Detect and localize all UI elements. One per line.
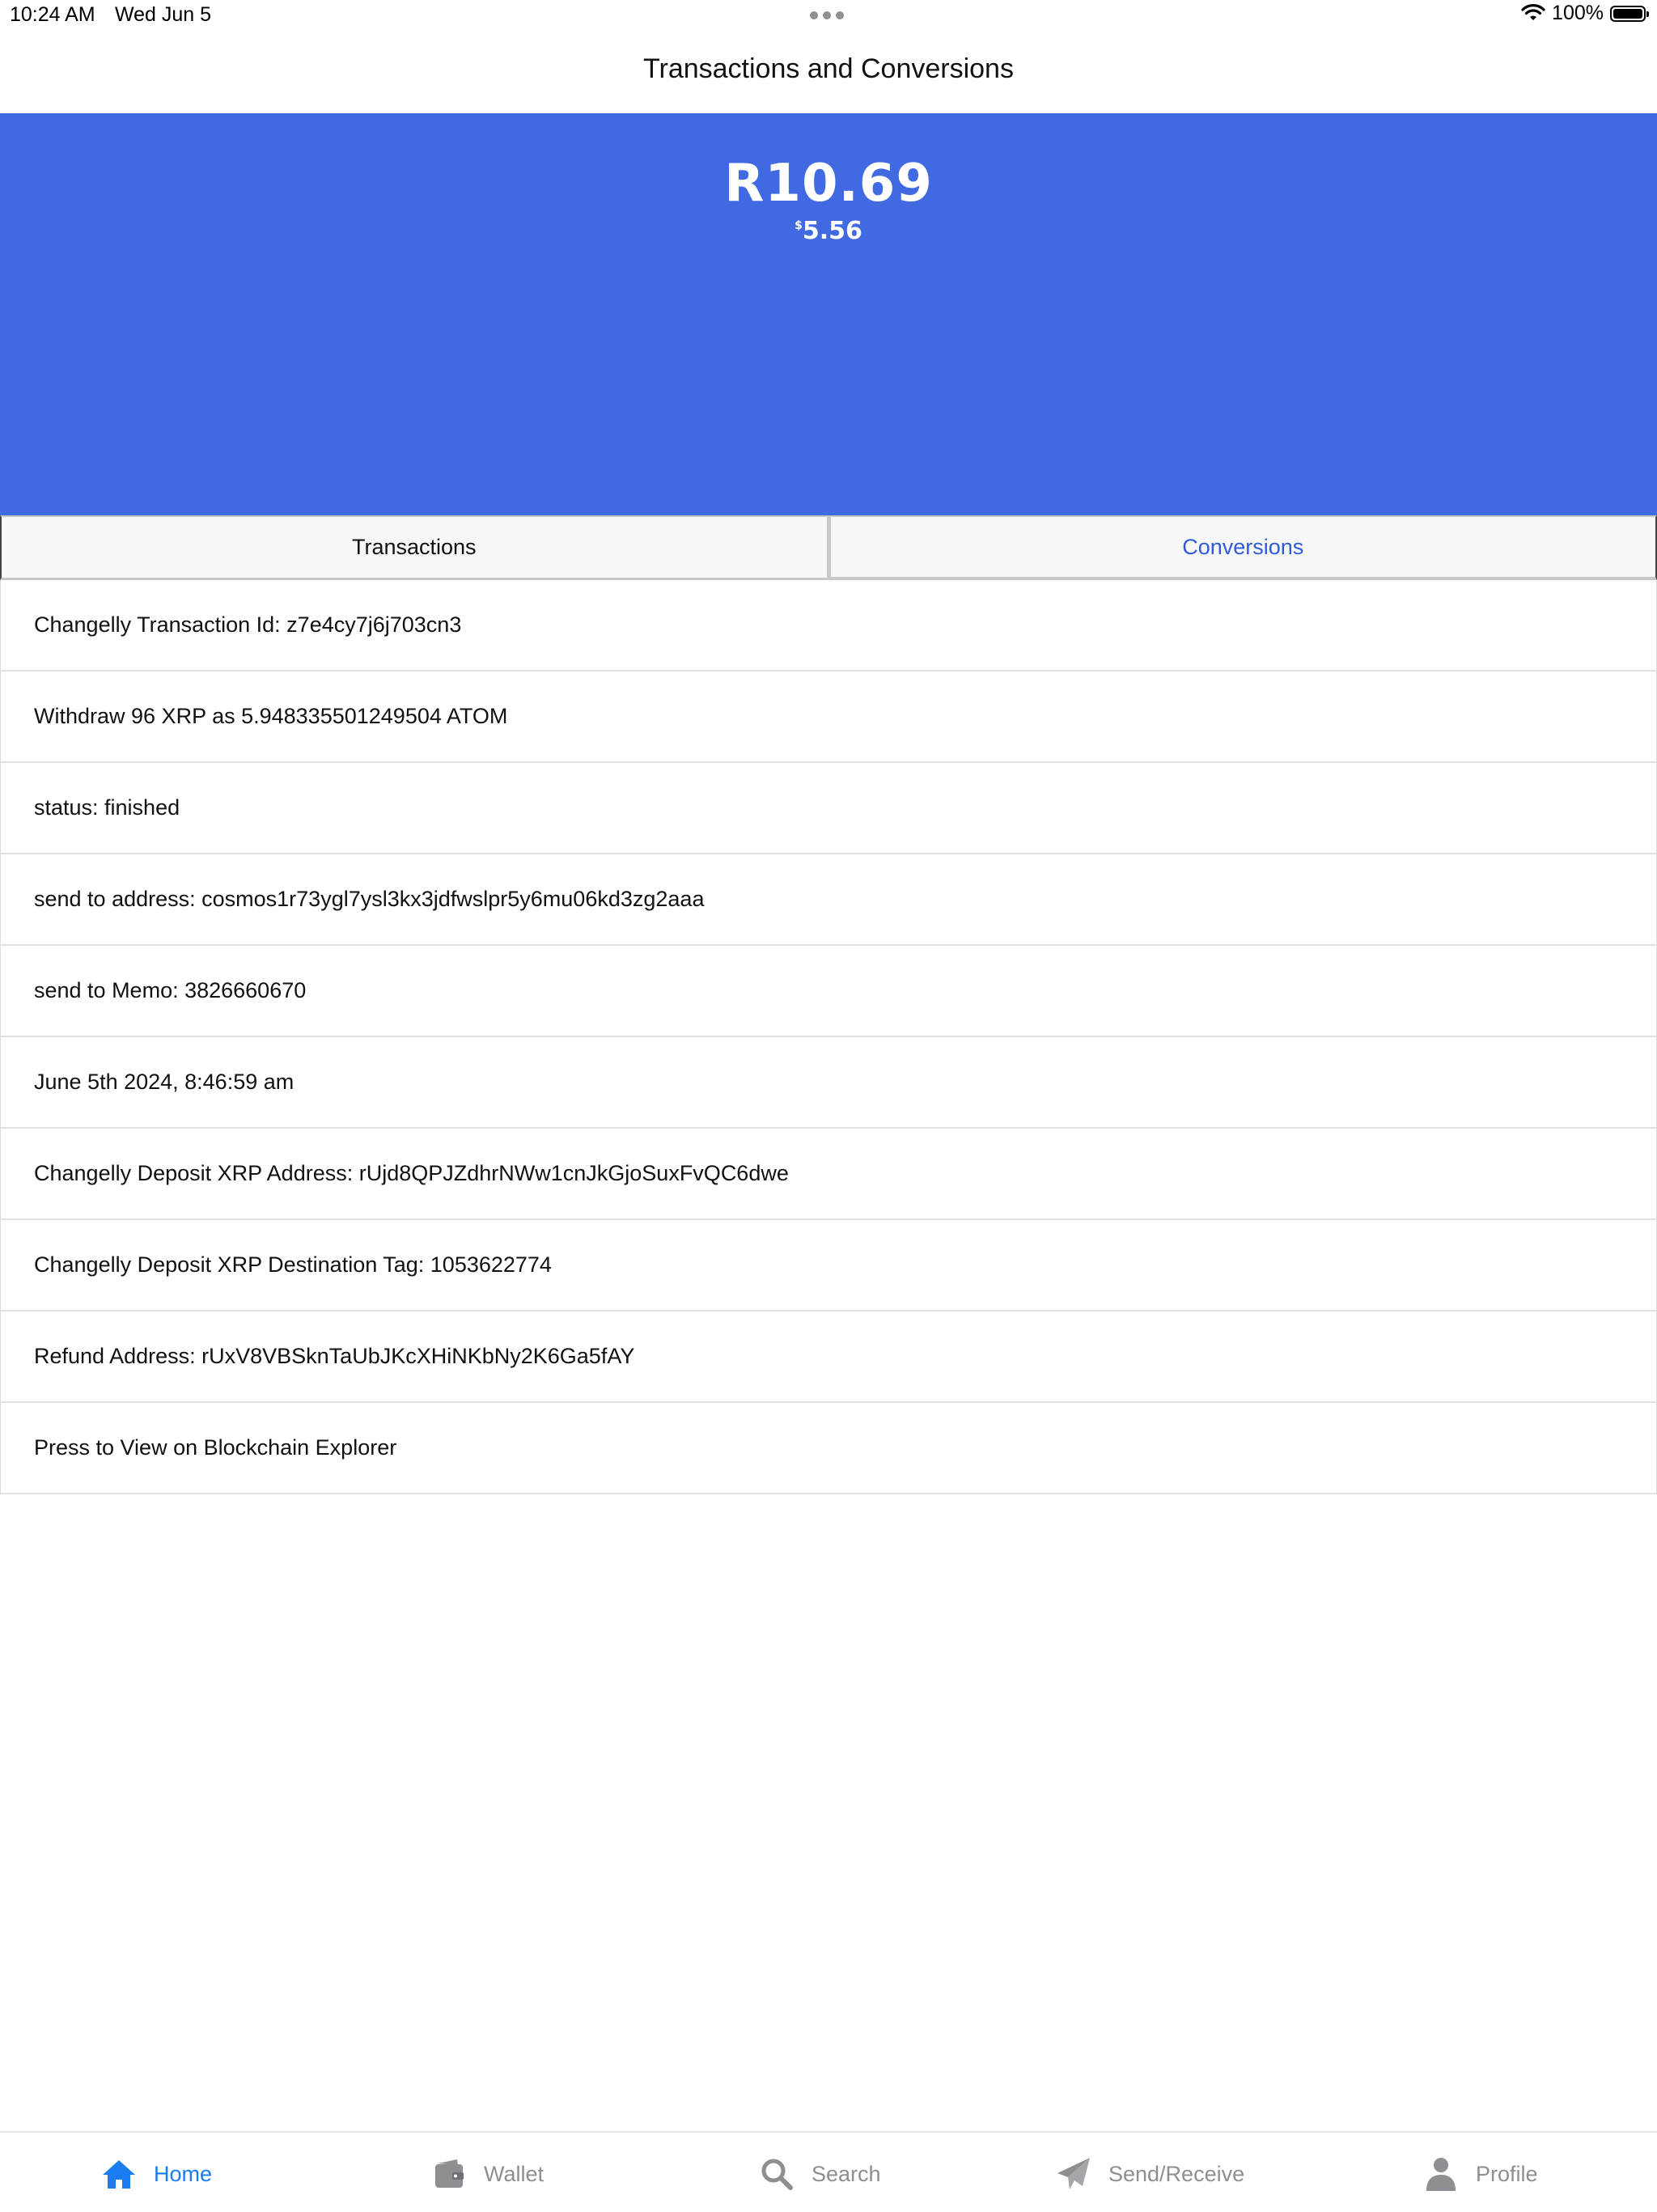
list-item-transaction-id[interactable]: Changelly Transaction Id: z7e4cy7j6j703c… xyxy=(1,580,1656,672)
tab-conversions[interactable]: Conversions xyxy=(829,515,1657,580)
status-date: Wed Jun 5 xyxy=(115,3,211,27)
tabbar-item-profile[interactable]: Profile xyxy=(1422,2154,1538,2194)
segment-tabs: Transactions Conversions xyxy=(0,515,1657,580)
secondary-amount: 5.56 xyxy=(803,217,862,245)
conversion-details-list: Changelly Transaction Id: z7e4cy7j6j703c… xyxy=(0,580,1657,1494)
search-icon xyxy=(758,2155,795,2193)
paper-plane-icon xyxy=(1055,2155,1092,2193)
list-item-destination-tag[interactable]: Changelly Deposit XRP Destination Tag: 1… xyxy=(1,1220,1656,1312)
page-title: Transactions and Conversions xyxy=(0,53,1657,85)
tabbar-item-search[interactable]: Search xyxy=(758,2154,881,2194)
battery-icon xyxy=(1610,6,1646,22)
wifi-icon xyxy=(1521,4,1545,23)
home-icon xyxy=(100,2155,138,2193)
list-item-send-address[interactable]: send to address: cosmos1r73ygl7ysl3kx3jd… xyxy=(1,854,1656,946)
bottom-tab-bar: Home Wallet Search Send/Receive Profile xyxy=(0,2131,1657,2212)
tabbar-label-wallet: Wallet xyxy=(484,2162,544,2187)
tabbar-label-search: Search xyxy=(812,2162,881,2187)
tabbar-item-send-receive[interactable]: Send/Receive xyxy=(1055,2154,1244,2194)
list-item-date[interactable]: June 5th 2024, 8:46:59 am xyxy=(1,1037,1656,1129)
tabbar-label-send-receive: Send/Receive xyxy=(1108,2162,1244,2187)
multitasking-dots-icon[interactable] xyxy=(810,11,844,19)
list-item-deposit-address[interactable]: Changelly Deposit XRP Address: rUjd8QPJZ… xyxy=(1,1129,1656,1220)
list-item-status[interactable]: status: finished xyxy=(1,763,1656,854)
list-item-withdraw[interactable]: Withdraw 96 XRP as 5.948335501249504 ATO… xyxy=(1,672,1656,763)
wallet-icon xyxy=(430,2155,468,2193)
status-time: 10:24 AM xyxy=(10,3,95,27)
tabbar-item-home[interactable]: Home xyxy=(100,2154,212,2194)
status-indicators: 100% xyxy=(1521,2,1646,25)
blockchain-explorer-link[interactable]: Press to View on Blockchain Explorer xyxy=(1,1403,1656,1494)
battery-percentage: 100% xyxy=(1552,2,1604,25)
tabbar-item-wallet[interactable]: Wallet xyxy=(430,2154,544,2194)
status-bar: 10:24 AM Wed Jun 5 100% xyxy=(0,0,1657,32)
tabbar-label-home: Home xyxy=(154,2162,212,2187)
tabbar-label-profile: Profile xyxy=(1476,2162,1538,2187)
balance-secondary: $5.56 xyxy=(0,217,1657,245)
list-item-refund-address[interactable]: Refund Address: rUxV8VBSknTaUbJKcXHiNKbN… xyxy=(1,1312,1656,1403)
tab-transactions[interactable]: Transactions xyxy=(0,515,829,580)
list-item-memo[interactable]: send to Memo: 3826660670 xyxy=(1,946,1656,1037)
balance-primary: R10.69 xyxy=(0,154,1657,214)
secondary-currency-symbol: $ xyxy=(795,219,803,232)
person-icon xyxy=(1422,2155,1460,2193)
